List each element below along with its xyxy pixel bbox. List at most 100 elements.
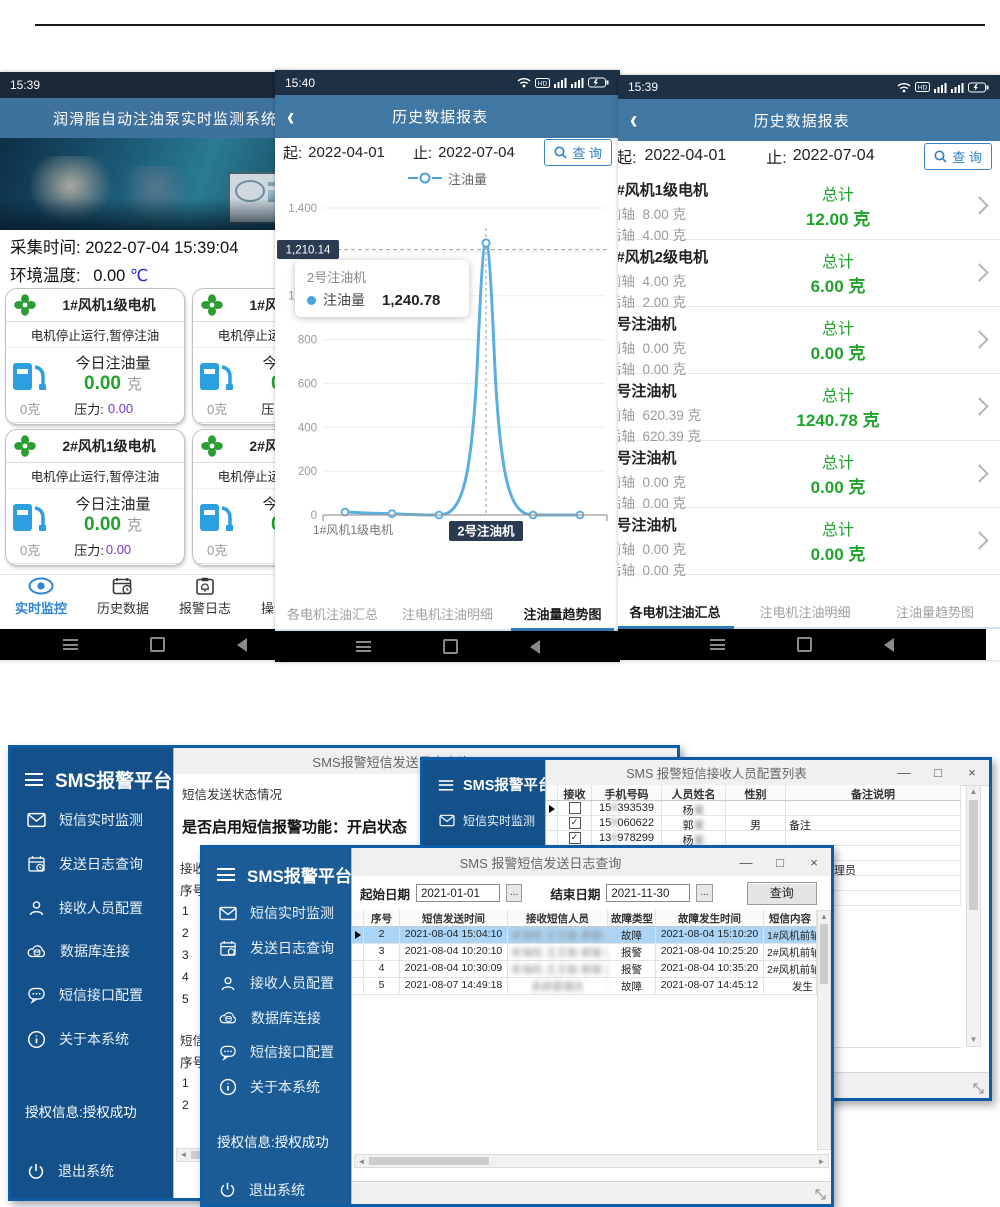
table-row[interactable]: 2 [182, 922, 189, 944]
sidebar-item-database[interactable]: 数据库连接 [203, 1008, 351, 1028]
table-row[interactable]: 5 [182, 988, 189, 1010]
table-row[interactable]: 5 2021-08-07 14:49:18 系统管理员 故障 2021-08-0… [352, 978, 817, 995]
from-date-input[interactable]: 2021-01-01 [416, 884, 500, 902]
chart-legend[interactable]: 注油量 [275, 166, 620, 190]
android-home-icon[interactable] [443, 639, 458, 654]
android-back-icon[interactable] [530, 640, 540, 654]
hamburger-icon[interactable] [25, 770, 43, 790]
list-item[interactable]: 1号注油机 前轴 0.00 克 后轴 0.00 克 总计 0.00 克 [618, 307, 1000, 374]
nav-item-history[interactable]: 历史数据 [82, 575, 164, 629]
table-row[interactable]: 1 [182, 1072, 189, 1094]
back-icon[interactable]: ‹ [275, 101, 306, 132]
nav-item-realtime[interactable]: 实时监控 [0, 575, 82, 629]
tab-detail[interactable]: 注电机注油明细 [740, 594, 870, 627]
maximize-button[interactable]: □ [921, 765, 955, 780]
table-row[interactable]: ✓ 158060622 郭某 男 备注 [546, 816, 961, 831]
card-footer[interactable]: 暂停注油 [193, 422, 288, 425]
sidebar-item-recipients[interactable]: 接收人员配置 [203, 973, 351, 993]
minimize-button[interactable]: — [887, 765, 921, 780]
table-row[interactable]: 1 [182, 900, 189, 922]
window-titlebar[interactable]: SMS 报警短信接收人员配置列表 — □ × [546, 760, 989, 786]
sidebar-item-sms-interface[interactable]: 短信接口配置 [11, 985, 173, 1005]
tab-detail[interactable]: 注电机注油明细 [390, 596, 505, 629]
motor-card[interactable]: 1#风机1级电机 电机停止运行,暂停注油 今日注油量 0.00克 0克 压力: … [5, 288, 185, 425]
minimize-button[interactable]: — [729, 855, 763, 870]
from-date-picker-button[interactable]: ... [506, 884, 522, 902]
resize-handle-icon[interactable] [814, 1188, 827, 1201]
list-item[interactable]: 3号注油机 前轴 0.00 克 后轴 0.00 克 总计 0.00 克 [618, 441, 1000, 508]
android-menu-icon[interactable] [710, 637, 725, 653]
query-button[interactable]: 查 询 [924, 143, 992, 170]
column-header[interactable]: 序号 [364, 910, 400, 926]
nav-item-alarm-log[interactable]: 报警日志 [164, 575, 246, 629]
table-row[interactable]: 2 [182, 1094, 189, 1116]
vertical-scrollbar[interactable]: ▲ ▼ [966, 785, 981, 1047]
motor-card[interactable]: 1#风机2级电机 电机停止运行,暂停注油 今日注油量 0.00克 0克 压力: … [192, 288, 288, 425]
to-date-picker-button[interactable]: ... [696, 884, 712, 902]
sidebar-item-database[interactable]: 数据库连接 [11, 941, 173, 961]
column-header[interactable]: 人员姓名 [662, 785, 726, 800]
column-header[interactable]: 接收短信人员 [508, 910, 608, 926]
tab-summary[interactable]: 各电机注油汇总 [275, 596, 390, 629]
motor-card[interactable]: 2#风机2级电机 电机停止运行,暂停注油 今日注油量 0.00克 0克 暂停注油 [192, 429, 288, 566]
card-footer[interactable]: 暂停注油 [193, 563, 288, 566]
vertical-scrollbar[interactable]: ▲ [817, 910, 831, 1150]
column-header[interactable]: 备注说明 [786, 785, 961, 800]
android-menu-icon[interactable] [63, 637, 78, 653]
sidebar-item-sms-monitor[interactable]: 短信实时监测 [11, 810, 173, 830]
table-row[interactable]: 3 2021-08-04 10:20:10 宋海旺·王王聪·郭振·邵源 报警 2… [352, 944, 817, 961]
date-to-value[interactable]: 2022-07-04 [793, 147, 875, 165]
android-back-icon[interactable] [884, 638, 894, 652]
sidebar-item-sms-monitor[interactable]: 短信实时监测 [423, 812, 545, 829]
column-header[interactable]: 故障类型 [608, 910, 656, 926]
resize-handle-icon[interactable] [972, 1082, 985, 1095]
sidebar-item-sms-interface[interactable]: 短信接口配置 [203, 1042, 351, 1062]
query-button[interactable]: 查 询 [544, 139, 612, 166]
sidebar-item-send-log[interactable]: 发送日志查询 [203, 938, 351, 958]
column-header[interactable]: 短信发送时间 [400, 910, 508, 926]
date-from-value[interactable]: 2022-04-01 [644, 147, 726, 165]
table-row[interactable]: ✓ 138978299 杨某 [546, 831, 961, 846]
sidebar-item-about[interactable]: 关于本系统 [203, 1077, 351, 1097]
android-back-icon[interactable] [237, 638, 247, 652]
hamburger-icon[interactable] [217, 865, 235, 885]
card-footer[interactable]: 暂停注油 [6, 563, 184, 566]
android-menu-icon[interactable] [356, 639, 371, 655]
date-from-value[interactable]: 2022-04-01 [308, 144, 385, 161]
column-header[interactable]: 故障发生时间 [656, 910, 764, 926]
tab-trend[interactable]: 注油量趋势图 [505, 596, 620, 629]
column-header[interactable]: 接收 [558, 785, 592, 800]
receive-checkbox[interactable] [569, 802, 581, 814]
column-header[interactable]: 短信内容 [764, 910, 817, 926]
maximize-button[interactable]: □ [763, 855, 797, 870]
close-button[interactable]: × [797, 855, 831, 870]
table-row-selected[interactable]: 2 2021-08-04 15:04:10 宋海旺·王王聪·郭振·邵源 故障 2… [352, 927, 817, 944]
date-to-value[interactable]: 2022-07-04 [438, 144, 515, 161]
table-row[interactable]: 4 [182, 966, 189, 988]
sidebar-item-recipients[interactable]: 接收人员配置 [11, 898, 173, 918]
card-footer[interactable]: 暂停注油 [6, 422, 184, 425]
tab-summary[interactable]: 各电机注油汇总 [618, 594, 740, 627]
receive-checkbox[interactable]: ✓ [569, 817, 581, 829]
back-icon[interactable]: ‹ [618, 104, 649, 135]
sidebar-item-sms-monitor[interactable]: 短信实时监测 [203, 903, 351, 923]
android-home-icon[interactable] [150, 637, 165, 652]
sidebar-item-about[interactable]: 关于本系统 [11, 1029, 173, 1049]
receive-checkbox[interactable]: ✓ [569, 832, 581, 844]
column-header[interactable]: 手机号码 [592, 785, 662, 800]
motor-card[interactable]: 2#风机1级电机 电机停止运行,暂停注油 今日注油量 0.00克 0克 压力: … [5, 429, 185, 566]
close-button[interactable]: × [955, 765, 989, 780]
table-row[interactable]: 3 [182, 944, 189, 966]
list-item[interactable]: 1#风机2级电机 前轴 4.00 克 后轴 2.00 克 总计 6.00 克 [618, 240, 1000, 307]
table-row[interactable]: 4 2021-08-04 10:30:09 宋海旺·王王聪·郭振·邵源 报警 2… [352, 961, 817, 978]
table-row[interactable]: 158393539 杨某 [546, 801, 961, 816]
query-button[interactable]: 查询 [747, 882, 817, 905]
sidebar-item-exit[interactable]: 退出系统 [203, 1180, 351, 1200]
list-item[interactable]: 2号注油机 前轴 620.39 克 后轴 620.39 克 总计 1240.78… [618, 374, 1000, 441]
list-item[interactable]: 4号注油机 前轴 0.00 克 后轴 0.00 克 总计 0.00 克 [618, 508, 1000, 575]
horizontal-scrollbar[interactable]: ◄ ► [354, 1154, 829, 1168]
android-home-icon[interactable] [797, 637, 812, 652]
window-titlebar[interactable]: SMS 报警短信发送日志查询 — □ × [352, 848, 831, 877]
sidebar-item-send-log[interactable]: 发送日志查询 [11, 854, 173, 874]
hamburger-icon[interactable] [439, 777, 453, 793]
